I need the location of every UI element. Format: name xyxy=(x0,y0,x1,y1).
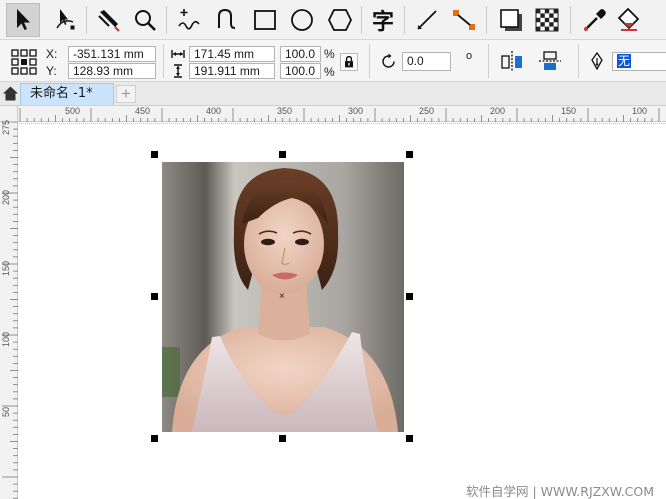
ruler-label: 150 xyxy=(561,106,577,116)
outline-width-field[interactable]: 无 xyxy=(612,52,666,71)
lock-icon xyxy=(345,55,353,68)
ruler-label: 250 xyxy=(419,106,435,116)
ruler-label: 450 xyxy=(135,106,151,116)
scale-y-percent: % xyxy=(324,65,335,79)
horizontal-ruler[interactable]: 500 450 400 350 300 250 200 150 100 xyxy=(0,106,666,122)
hexagon-icon xyxy=(327,9,353,31)
arrow-pointer-icon xyxy=(17,9,30,30)
checkerboard-icon xyxy=(535,8,559,32)
node-shape-icon xyxy=(56,9,75,30)
scale-x-field[interactable]: 100.0 xyxy=(280,46,321,62)
toolbox: 字 xyxy=(0,0,666,40)
page-boundary xyxy=(19,123,666,124)
ruler-label: 100 xyxy=(632,106,648,116)
watermark: 软件自学网 | WWW.RJZXW.COM xyxy=(466,484,655,499)
rotation-field[interactable]: 0.0 xyxy=(402,52,451,71)
property-bar: X: Y: -351.131 mm 128.93 mm 171.45 mm 19… xyxy=(0,40,666,82)
x-label: X: xyxy=(46,47,58,61)
width-field[interactable]: 171.45 mm xyxy=(189,46,275,62)
paint-bucket-icon xyxy=(617,7,640,31)
selection-handle-left[interactable] xyxy=(151,293,158,300)
y-position-field[interactable]: 128.93 mm xyxy=(68,63,156,79)
selection-handle-top-left[interactable] xyxy=(151,151,158,158)
height-icon xyxy=(174,64,182,78)
freehand-curve-icon xyxy=(178,9,200,30)
shape-tool-button[interactable] xyxy=(48,3,82,37)
color-eyedropper-tool-button[interactable] xyxy=(578,3,612,37)
document-tab[interactable]: 未命名 -1* xyxy=(20,83,114,105)
ruler-label: 275 xyxy=(1,119,11,135)
knife-brush-icon xyxy=(98,10,120,32)
selection-handle-top-right[interactable] xyxy=(406,151,413,158)
dimension-line-icon xyxy=(417,10,437,30)
y-label: Y: xyxy=(46,64,57,78)
pick-tool-button[interactable] xyxy=(6,3,40,37)
vertical-ruler-ticks xyxy=(2,122,18,499)
drop-shadow-icon xyxy=(500,9,522,31)
degree-symbol: o xyxy=(466,50,473,62)
ellipse-icon xyxy=(291,9,313,31)
outline-width-value: 无 xyxy=(617,54,632,68)
smart-fill-tool-button[interactable] xyxy=(92,3,126,37)
interactive-fill-tool-button[interactable] xyxy=(612,3,646,37)
object-origin-icon[interactable] xyxy=(11,49,37,75)
transparency-tool-button[interactable] xyxy=(530,3,564,37)
ruler-label: 300 xyxy=(348,106,364,116)
polygon-tool-button[interactable] xyxy=(323,3,357,37)
eyedropper-icon xyxy=(584,9,606,31)
connector-icon xyxy=(453,10,475,30)
x-position-field[interactable]: -351.131 mm xyxy=(68,46,156,62)
home-icon[interactable] xyxy=(2,85,19,102)
zoom-tool-button[interactable] xyxy=(128,3,162,37)
scale-y-field[interactable]: 100.0 xyxy=(280,63,321,79)
ruler-label: 100 xyxy=(1,331,11,347)
selection-handle-bottom[interactable] xyxy=(279,435,286,442)
mirror-vertical-icon[interactable] xyxy=(538,50,562,72)
spiral-brush-icon xyxy=(218,8,236,29)
selection-handle-bottom-right[interactable] xyxy=(406,435,413,442)
ruler-label: 500 xyxy=(65,106,81,116)
height-field[interactable]: 191.911 mm xyxy=(189,63,275,79)
lock-ratio-button[interactable] xyxy=(340,53,358,71)
text-zi-icon: 字 xyxy=(371,10,394,35)
ruler-label: 200 xyxy=(490,106,506,116)
selection-handle-bottom-left[interactable] xyxy=(151,435,158,442)
add-document-button[interactable]: + xyxy=(116,85,136,103)
ruler-label: 350 xyxy=(277,106,293,116)
selection-handle-right[interactable] xyxy=(406,293,413,300)
scale-x-percent: % xyxy=(324,47,335,61)
rotation-center-marker[interactable]: × xyxy=(279,292,285,302)
rectangle-tool-button[interactable] xyxy=(248,3,282,37)
freehand-tool-button[interactable] xyxy=(172,3,206,37)
text-tool-button[interactable]: 字 xyxy=(366,3,400,37)
width-icon xyxy=(171,50,185,58)
rectangle-icon xyxy=(254,10,276,30)
artistic-media-tool-button[interactable] xyxy=(210,3,244,37)
ruler-label: 200 xyxy=(1,189,11,205)
pen-nib-icon xyxy=(591,52,603,70)
ruler-label: 50 xyxy=(1,406,11,417)
parallel-dimension-tool-button[interactable] xyxy=(410,3,444,37)
connector-tool-button[interactable] xyxy=(447,3,481,37)
ruler-label: 150 xyxy=(1,260,11,276)
drop-shadow-tool-button[interactable] xyxy=(494,3,528,37)
selection-handle-top[interactable] xyxy=(279,151,286,158)
vertical-ruler[interactable]: 275 200 150 100 50 xyxy=(0,119,18,499)
mirror-horizontal-icon[interactable] xyxy=(500,50,524,72)
rotate-icon xyxy=(382,53,395,68)
document-tab-bar: 未命名 -1* + xyxy=(0,82,666,106)
ruler-label: 400 xyxy=(206,106,222,116)
ellipse-tool-button[interactable] xyxy=(285,3,319,37)
magnifier-icon xyxy=(135,10,156,31)
